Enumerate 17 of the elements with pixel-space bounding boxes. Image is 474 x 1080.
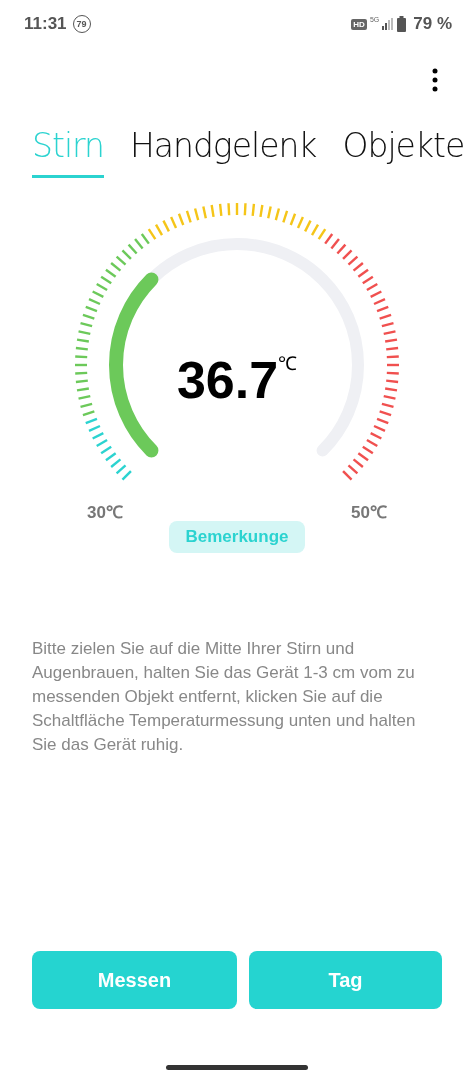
tab[interactable]: Objekte [342,126,465,178]
max-label: 50℃ [351,502,387,523]
remark-button[interactable]: Bemerkunge [168,521,306,553]
action-button[interactable]: Tag [249,951,442,1009]
battery-percentage: 79 % [413,14,452,34]
temperature-unit: ℃ [278,352,298,376]
status-time: 11:31 [24,14,67,34]
signal-icon [382,18,395,30]
tab[interactable]: Stirn [32,126,104,178]
battery-icon [397,16,407,32]
more-menu-icon[interactable] [432,68,438,92]
instructions-text: Bitte zielen Sie auf die Mitte Ihrer Stirn und Augenbrauen, halten Sie das Gerät 1-3 cm vom zu messenden Objekt entfernt, klicken Sie auf die Schaltfläche Temperaturmessung unten und halten Sie das Gerät ruhig. [32,638,417,756]
temperature-value: 36.7 [176,350,279,410]
action-button[interactable]: Messen [32,951,237,1009]
network-badge: HD [351,18,367,30]
min-label: 30℃ [87,502,123,523]
tab[interactable]: Handgelenk [129,126,317,178]
